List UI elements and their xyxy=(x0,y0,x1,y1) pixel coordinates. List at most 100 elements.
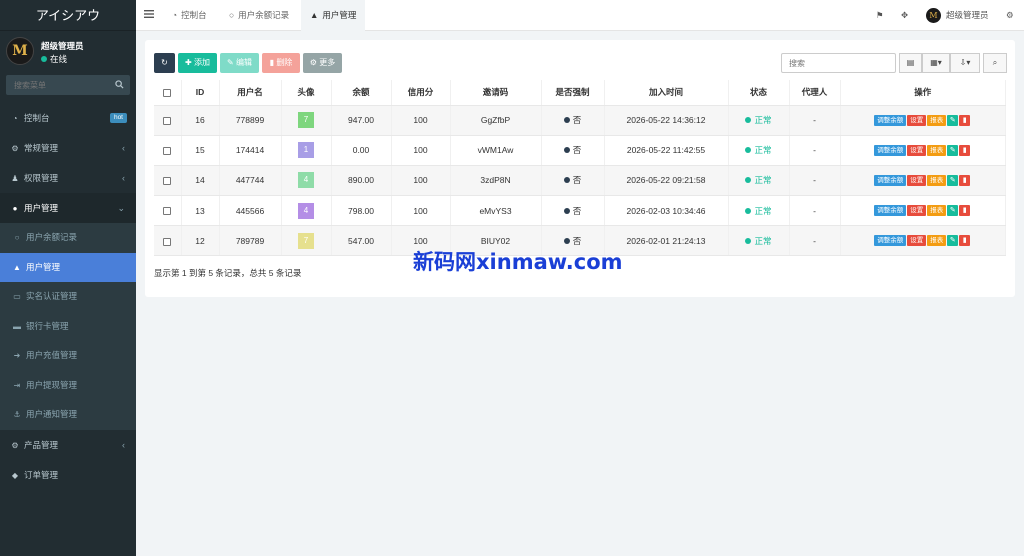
col-id[interactable]: ID xyxy=(181,80,220,106)
delete-row-button[interactable]: ▮ xyxy=(959,144,971,156)
hot-badge: hot xyxy=(109,113,127,123)
avatar[interactable]: 7 xyxy=(298,112,314,129)
user-icon: ▲ xyxy=(13,262,21,272)
add-button[interactable]: ✚ 添加 xyxy=(178,53,217,73)
col-agent[interactable]: 代理人 xyxy=(789,80,841,106)
search-icon[interactable] xyxy=(115,80,124,89)
sidebar-item-real-name[interactable]: ▭ 实名认证管理 xyxy=(0,282,136,312)
setting-button[interactable]: 设置 xyxy=(907,235,927,247)
sidebar-item-label: 权限管理 xyxy=(24,173,59,183)
col-balance[interactable]: 余额 xyxy=(331,80,392,106)
admin-menu[interactable]: M 超级管理员 xyxy=(926,0,989,31)
cell-status: 正常 xyxy=(728,105,790,136)
row-checkbox[interactable] xyxy=(154,105,182,136)
brand-logo[interactable]: アイシアウ xyxy=(0,0,136,31)
sidebar-item-general[interactable]: ⚙ 常规管理 ‹ xyxy=(0,133,136,163)
fullscreen-icon[interactable]: ✥ xyxy=(901,0,908,31)
adjust-balance-button[interactable]: 调整余额 xyxy=(874,175,907,187)
cell-force: 否 xyxy=(541,105,605,136)
table-body: 16 778899 7 947.00 100 GgZfbP 否 2026-05-22 14:3… xyxy=(154,105,1006,257)
row-checkbox[interactable] xyxy=(154,135,182,166)
col-status[interactable]: 状态 xyxy=(728,80,790,106)
select-all-checkbox[interactable] xyxy=(154,80,182,106)
toggle-view-button[interactable]: ▤ xyxy=(899,53,922,73)
columns-button[interactable]: ▦▾ xyxy=(922,53,950,73)
refresh-button[interactable]: ↻ xyxy=(154,53,175,73)
menu-toggle-icon[interactable] xyxy=(144,9,154,19)
adjust-balance-button[interactable]: 调整余额 xyxy=(874,235,907,247)
sidebar-item-withdraw[interactable]: ⇥ 用户提现管理 xyxy=(0,371,136,401)
row-checkbox[interactable] xyxy=(154,225,182,257)
trash-icon: ▮ xyxy=(962,177,967,185)
avatar[interactable]: 4 xyxy=(298,172,314,189)
edit-row-button[interactable]: ✎ xyxy=(947,235,959,247)
export-button[interactable]: ⇩▾ xyxy=(950,53,980,73)
row-checkbox[interactable] xyxy=(154,165,182,197)
tab-label: 用户余额记录 xyxy=(238,10,290,20)
adjust-balance-button[interactable]: 调整余额 xyxy=(874,205,907,217)
language-icon[interactable]: ⚑ xyxy=(876,0,884,31)
cell-join-time: 2026-02-01 21:24:13 xyxy=(604,225,729,257)
avatar[interactable]: 1 xyxy=(298,142,314,159)
sidebar-item-label: 用户管理 xyxy=(26,261,61,272)
status-text: 正常 xyxy=(754,235,772,246)
report-button[interactable]: 报表 xyxy=(927,205,947,217)
settings-icon[interactable]: ⚙ xyxy=(1006,0,1014,31)
sidebar-item-products[interactable]: ⚙ 产品管理 ‹ xyxy=(0,430,136,460)
edit-button[interactable]: ✎ 编辑 xyxy=(220,53,259,73)
tab-user-management[interactable]: ▲ 用户管理 xyxy=(301,0,366,31)
force-text: 否 xyxy=(572,115,582,126)
sidebar-item-notify[interactable]: ⚓ 用户通知管理 xyxy=(0,400,136,430)
sidebar-item-permission[interactable]: ♟ 权限管理 ‹ xyxy=(0,163,136,193)
report-button[interactable]: 报表 xyxy=(927,114,947,126)
sidebar-item-balance-log[interactable]: ○ 用户余额记录 xyxy=(0,223,136,253)
sidebar-item-label: 控制台 xyxy=(24,113,50,123)
delete-row-button[interactable]: ▮ xyxy=(959,114,971,126)
setting-button[interactable]: 设置 xyxy=(907,205,927,217)
col-credit[interactable]: 信用分 xyxy=(391,80,451,106)
setting-button[interactable]: 设置 xyxy=(907,114,927,126)
edit-row-button[interactable]: ✎ xyxy=(947,144,959,156)
cell-avatar: 4 xyxy=(281,195,332,227)
tab-balance-log[interactable]: ○ 用户余额记录 xyxy=(220,0,298,31)
col-username[interactable]: 用户名 xyxy=(219,80,282,106)
delete-row-button[interactable]: ▮ xyxy=(959,205,971,217)
avatar[interactable]: 4 xyxy=(298,202,314,219)
advanced-search-button[interactable]: ⌕ xyxy=(983,53,1007,73)
users-icon: ♟ xyxy=(11,174,19,183)
avatar[interactable]: 7 xyxy=(298,232,314,249)
status-text: 正常 xyxy=(754,205,772,216)
setting-button[interactable]: 设置 xyxy=(907,144,927,156)
report-button[interactable]: 报表 xyxy=(927,175,947,187)
col-force[interactable]: 是否强制 xyxy=(541,80,605,106)
setting-button[interactable]: 设置 xyxy=(907,175,927,187)
sidebar-item-bank-card[interactable]: ▬ 银行卡管理 xyxy=(0,312,136,342)
report-button[interactable]: 报表 xyxy=(927,144,947,156)
pagination-info: 显示第 1 到第 5 条记录，总共 5 条记录 xyxy=(154,268,302,278)
edit-row-button[interactable]: ✎ xyxy=(947,114,959,126)
delete-button[interactable]: ▮ 删除 xyxy=(262,53,300,73)
sidebar-item-users[interactable]: ▲ 用户管理 xyxy=(0,252,136,282)
cell-avatar: 7 xyxy=(281,225,332,257)
edit-row-button[interactable]: ✎ xyxy=(947,175,959,187)
col-invite-code[interactable]: 邀请码 xyxy=(450,80,542,106)
edit-row-button[interactable]: ✎ xyxy=(947,205,959,217)
sidebar-item-orders[interactable]: ◆ 订单管理 xyxy=(0,460,136,490)
adjust-balance-button[interactable]: 调整余额 xyxy=(874,114,907,126)
tab-dashboard[interactable]: ◔ 控制台 xyxy=(163,0,216,31)
report-button[interactable]: 报表 xyxy=(927,235,947,247)
delete-row-button[interactable]: ▮ xyxy=(959,235,971,247)
delete-row-button[interactable]: ▮ xyxy=(959,175,971,187)
menu-search-input[interactable] xyxy=(6,75,106,95)
adjust-balance-button[interactable]: 调整余额 xyxy=(874,144,907,156)
sidebar-item-dashboard[interactable]: ◔ 控制台 hot xyxy=(0,103,136,133)
sidebar-item-user-management[interactable]: ● 用户管理 ⌄ xyxy=(0,193,136,223)
row-checkbox[interactable] xyxy=(154,195,182,227)
col-join-time[interactable]: 加入时间 xyxy=(604,80,729,106)
col-avatar[interactable]: 头像 xyxy=(281,80,332,106)
sidebar-item-recharge[interactable]: ➜ 用户充值管理 xyxy=(0,341,136,371)
cell-force: 否 xyxy=(541,195,605,227)
id-card-icon: ▭ xyxy=(13,292,21,301)
search-input[interactable] xyxy=(781,53,896,73)
more-button[interactable]: ⚙ 更多 xyxy=(303,53,342,73)
